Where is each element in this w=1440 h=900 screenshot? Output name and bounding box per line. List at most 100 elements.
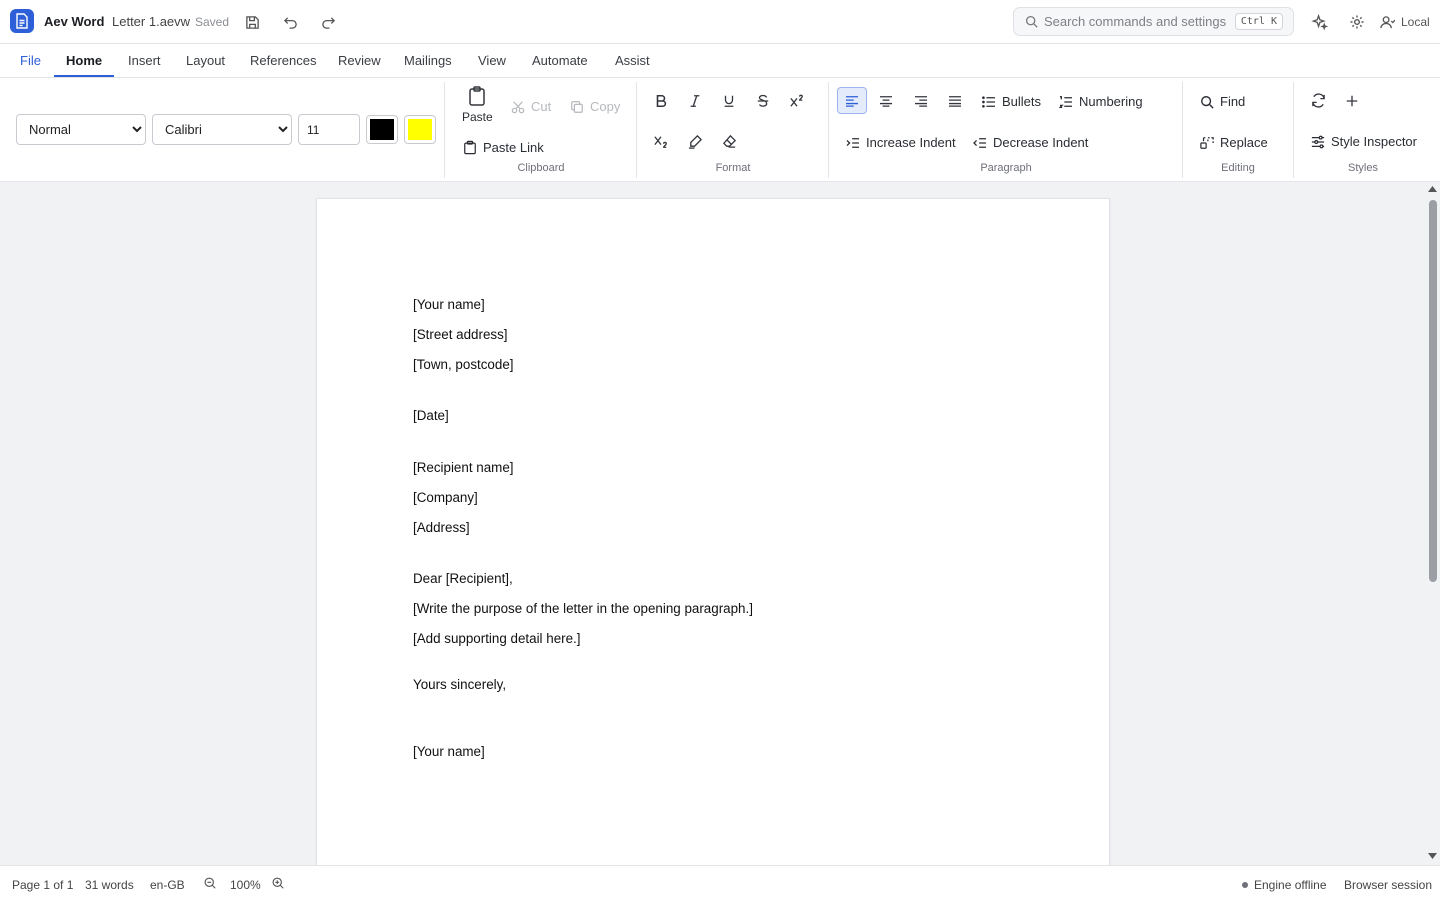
- tab-mailings[interactable]: Mailings: [404, 53, 452, 68]
- refresh-styles-button[interactable]: [1303, 87, 1333, 114]
- numbering-button[interactable]: Numbering: [1059, 94, 1143, 109]
- align-left-button[interactable]: [837, 87, 867, 114]
- session-status: Browser session: [1344, 878, 1433, 892]
- document-line[interactable]: [Street address]: [413, 327, 508, 342]
- tab-view[interactable]: View: [478, 53, 506, 68]
- numbered-list-icon: [1059, 95, 1072, 108]
- paste-label: Paste: [462, 110, 493, 124]
- zoom-level[interactable]: 100%: [230, 878, 261, 892]
- clear-formatting-button[interactable]: [714, 128, 744, 155]
- italic-button[interactable]: [680, 87, 710, 114]
- cut-label: Cut: [531, 99, 552, 114]
- save-icon[interactable]: [239, 9, 265, 35]
- redo-icon[interactable]: [315, 9, 341, 35]
- superscript-icon: [790, 94, 803, 107]
- superscript-button[interactable]: [782, 87, 812, 114]
- align-right-icon: [915, 95, 927, 107]
- scrollbar-thumb[interactable]: [1429, 200, 1437, 582]
- vertical-scrollbar[interactable]: [1425, 182, 1440, 865]
- document-line[interactable]: [Add supporting detail here.]: [413, 631, 581, 646]
- replace-label: Replace: [1220, 135, 1268, 150]
- tab-file[interactable]: File: [20, 53, 41, 68]
- bullets-label: Bullets: [1002, 94, 1042, 109]
- sparkles-icon[interactable]: [1306, 9, 1332, 35]
- document-line[interactable]: [Recipient name]: [413, 460, 513, 475]
- document-line[interactable]: [Your name]: [413, 744, 485, 759]
- decrease-indent-icon: [973, 137, 986, 148]
- document-line[interactable]: [Date]: [413, 408, 449, 423]
- bold-icon: [656, 94, 667, 107]
- language[interactable]: en-GB: [150, 878, 185, 892]
- find-button[interactable]: Find: [1200, 94, 1245, 109]
- align-right-button[interactable]: [906, 87, 936, 114]
- bold-button[interactable]: [646, 87, 676, 114]
- increase-indent-icon: [846, 137, 859, 148]
- style-inspector-button[interactable]: Style Inspector: [1311, 134, 1417, 149]
- copy-button[interactable]: Copy: [570, 99, 620, 114]
- user-icon: [1380, 15, 1395, 30]
- align-center-button[interactable]: [871, 87, 901, 114]
- bullet-list-icon: [982, 95, 995, 108]
- tab-automate[interactable]: Automate: [532, 53, 588, 68]
- tab-references[interactable]: References: [250, 53, 316, 68]
- align-left-icon: [846, 95, 858, 107]
- decrease-indent-button[interactable]: Decrease Indent: [973, 135, 1088, 150]
- highlighter-icon: [688, 134, 702, 149]
- active-tab-indicator: [54, 75, 114, 77]
- account-button[interactable]: Local: [1380, 12, 1430, 32]
- highlighter-button[interactable]: [680, 128, 710, 155]
- justify-button[interactable]: [940, 87, 970, 114]
- strikethrough-button[interactable]: [748, 87, 778, 114]
- bullets-button[interactable]: Bullets: [982, 94, 1041, 109]
- document-line[interactable]: Dear [Recipient],: [413, 571, 513, 586]
- highlight-color-button[interactable]: [404, 115, 436, 144]
- document-line[interactable]: [Town, postcode]: [413, 357, 514, 372]
- tab-home[interactable]: Home: [66, 53, 102, 68]
- eraser-icon: [722, 134, 736, 148]
- document-line[interactable]: [Address]: [413, 520, 470, 535]
- strikethrough-icon: [757, 94, 769, 107]
- cut-button[interactable]: Cut: [511, 99, 551, 114]
- gear-icon[interactable]: [1344, 9, 1370, 35]
- add-style-button[interactable]: [1337, 87, 1367, 114]
- ribbon: Normal Calibri Paste Cut Copy Paste Link…: [0, 78, 1440, 182]
- style-inspector-label: Style Inspector: [1331, 134, 1417, 149]
- scissors-icon: [511, 100, 525, 114]
- tab-assist[interactable]: Assist: [615, 53, 650, 68]
- clipboard-icon: [468, 86, 486, 106]
- find-label: Find: [1220, 94, 1246, 109]
- document-name[interactable]: Letter 1.aevw: [112, 14, 190, 29]
- document-line[interactable]: [Company]: [413, 490, 478, 505]
- document-line[interactable]: [Your name]: [413, 297, 485, 312]
- document-page[interactable]: [Your name] [Street address] [Town, post…: [316, 198, 1110, 865]
- undo-icon[interactable]: [277, 9, 303, 35]
- increase-indent-label: Increase Indent: [866, 135, 956, 150]
- divider: [828, 82, 829, 178]
- sliders-icon: [1311, 135, 1325, 148]
- tab-insert[interactable]: Insert: [128, 53, 161, 68]
- app-logo-icon: [10, 9, 34, 33]
- increase-indent-button[interactable]: Increase Indent: [846, 135, 956, 150]
- underline-button[interactable]: [714, 87, 744, 114]
- document-line[interactable]: Yours sincerely,: [413, 677, 506, 692]
- font-family-select[interactable]: Calibri: [152, 114, 292, 145]
- subscript-button[interactable]: [646, 128, 676, 155]
- highlight-color-swatch: [408, 119, 432, 140]
- zoom-out-button[interactable]: [204, 877, 216, 889]
- paragraph-style-select[interactable]: Normal: [16, 114, 146, 145]
- tab-review[interactable]: Review: [338, 53, 381, 68]
- search-input[interactable]: [1044, 11, 1234, 32]
- command-search[interactable]: Ctrl K: [1013, 7, 1294, 36]
- paste-button[interactable]: Paste: [462, 86, 493, 124]
- tab-layout[interactable]: Layout: [186, 53, 225, 68]
- search-icon: [1201, 95, 1214, 109]
- text-color-button[interactable]: [366, 115, 398, 144]
- zoom-in-button[interactable]: [272, 877, 284, 889]
- paste-link-button[interactable]: Paste Link: [463, 140, 544, 155]
- replace-button[interactable]: Replace: [1200, 135, 1268, 150]
- clipboard-group-label: Clipboard: [517, 162, 565, 174]
- scroll-up-arrow-icon: [1428, 186, 1437, 192]
- document-line[interactable]: [Write the purpose of the letter in the …: [413, 601, 753, 616]
- font-size-input[interactable]: [298, 114, 360, 145]
- save-status: Saved: [195, 15, 230, 29]
